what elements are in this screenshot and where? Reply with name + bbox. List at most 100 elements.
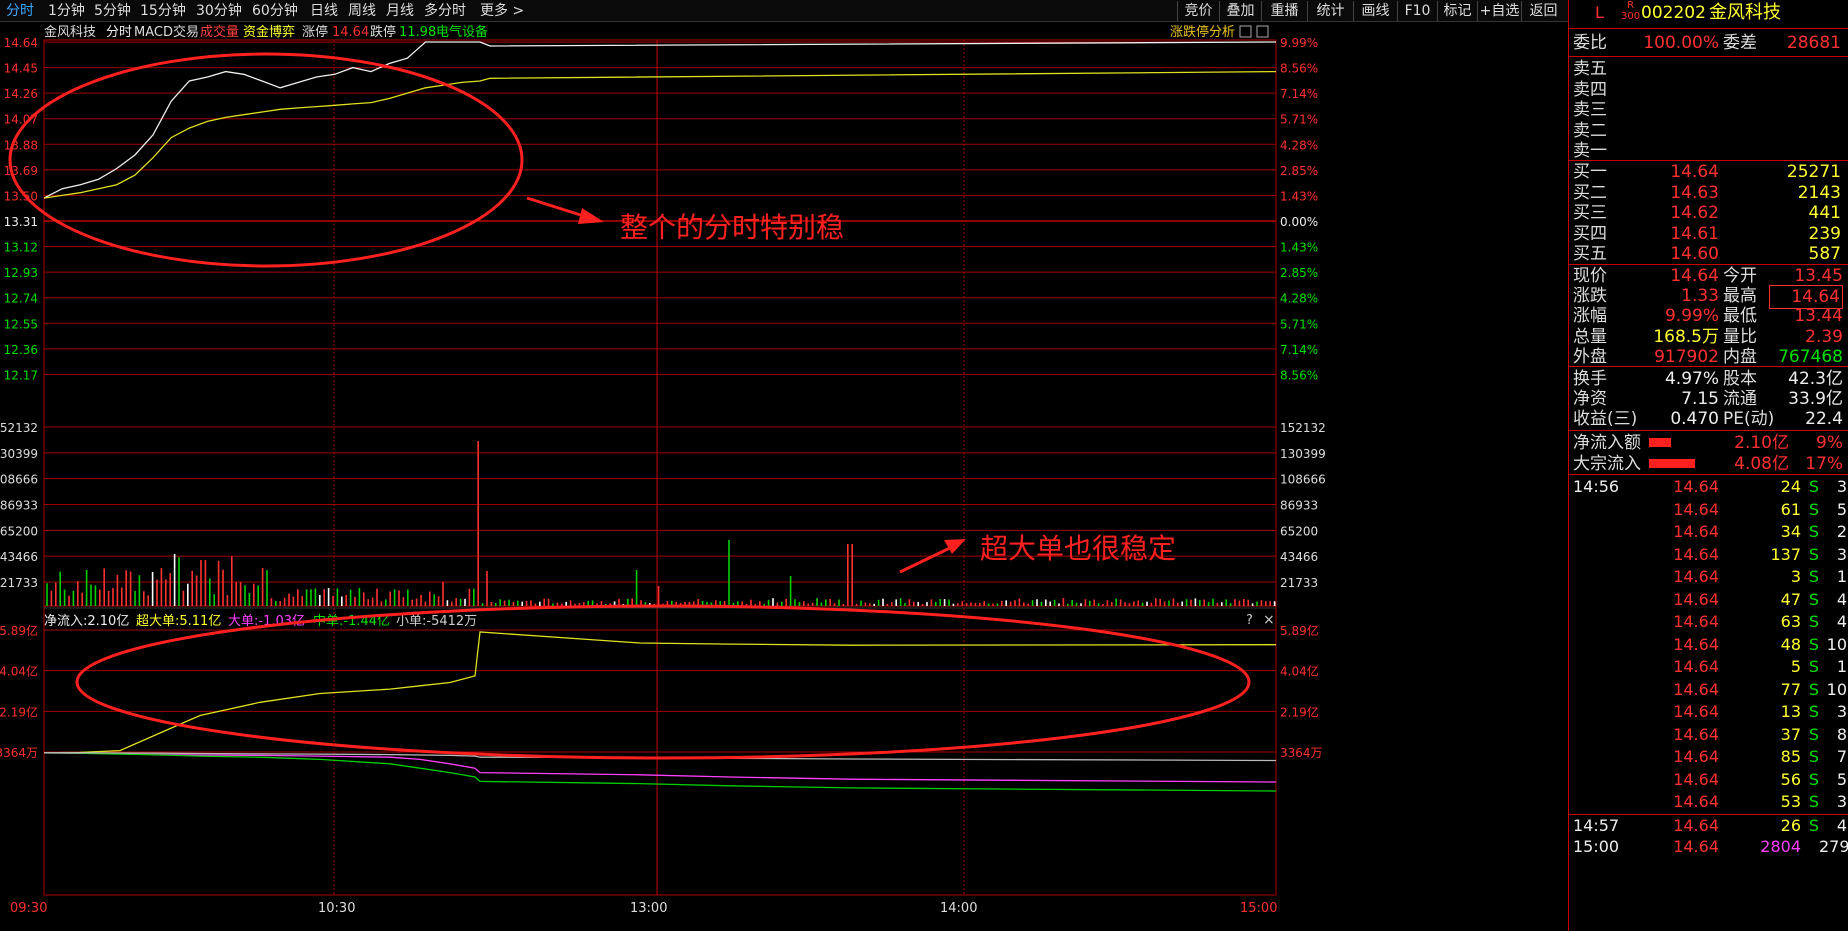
period-tab-10[interactable]: 更多 > — [480, 2, 524, 20]
limit-analysis-button[interactable]: 涨跌停分析 — [1170, 24, 1235, 40]
stat-label: 涨幅 — [1573, 306, 1607, 327]
tick-side: S — [1808, 792, 1819, 811]
toolbar-button-1[interactable]: 叠加 — [1219, 1, 1261, 21]
header-mode: 分时 — [106, 25, 132, 40]
flow-bar — [1649, 438, 1671, 447]
bid-label: 买三 — [1573, 203, 1607, 223]
stat-value: 767468 — [1778, 346, 1843, 367]
fund-label: PE(动) — [1723, 409, 1775, 430]
toolbar-button-6[interactable]: 标记 — [1437, 1, 1477, 21]
flow-close-icon[interactable]: × — [1263, 612, 1275, 628]
volume-tick-label: 52132 — [0, 421, 38, 435]
tick-count: 1 — [1836, 567, 1847, 586]
period-tab-4[interactable]: 30分钟 — [196, 2, 242, 20]
period-tab-2[interactable]: 5分钟 — [94, 2, 131, 20]
flow-tick-label-right: 3364万 — [1280, 746, 1323, 760]
toolbar-button-4[interactable]: 画线 — [1353, 1, 1397, 21]
stat-label: 量比 — [1723, 326, 1757, 347]
flow-net: 净流入:2.10亿 — [44, 614, 129, 629]
volume-tick-label-right: 152132 — [1280, 421, 1326, 435]
stat-label: 现价 — [1573, 266, 1607, 286]
period-tab-6[interactable]: 日线 — [310, 2, 338, 20]
tick-time: 14:56 — [1573, 477, 1620, 496]
tick-volume: 26 — [1780, 815, 1801, 835]
tick-count: 2 — [1836, 522, 1847, 541]
annotation-price-note: 整个的分时特别稳 — [620, 211, 844, 244]
analysis-close-icon[interactable] — [1256, 25, 1269, 38]
period-tab-5[interactable]: 60分钟 — [252, 2, 298, 20]
flow-help-icon[interactable]: ? — [1246, 613, 1253, 628]
fund-row: 换手 4.97% 股本 42.3亿 — [1569, 368, 1848, 390]
stat-label: 外盘 — [1573, 346, 1607, 367]
limit-down-label: 跌停 — [370, 24, 396, 40]
tick-row: 14.64 34 S 2 — [1569, 521, 1848, 544]
period-tab-9[interactable]: 多分时 — [424, 2, 466, 20]
bid-label: 买二 — [1573, 182, 1607, 203]
bid-row: 买五 14.60 587 — [1569, 243, 1848, 265]
price-tick-label: 12.36 — [4, 343, 38, 357]
tick-volume: 61 — [1780, 499, 1801, 519]
tick-row: 14.64 63 S 4 — [1569, 611, 1848, 634]
tick-price: 14.64 — [1673, 724, 1719, 744]
tick-side: S — [1808, 724, 1819, 744]
tick-side: S — [1808, 657, 1819, 676]
tick-count: 7 — [1836, 747, 1847, 766]
tick-time: 14:57 — [1573, 815, 1620, 835]
price-tick-label: 13.12 — [4, 241, 38, 255]
tick-count: 4 — [1836, 612, 1847, 631]
toolbar-button-8[interactable]: 返回 — [1521, 1, 1565, 21]
period-tab-7[interactable]: 周线 — [348, 2, 376, 20]
bid-row: 买四 14.61 239 — [1569, 223, 1848, 245]
stat-value: 13.44 — [1794, 306, 1843, 327]
toolbar-button-2[interactable]: 重播 — [1261, 1, 1307, 21]
bid-price: 14.63 — [1670, 182, 1719, 203]
tick-count: 5 — [1836, 499, 1847, 519]
tick-row: 14.64 5 S 1 — [1569, 656, 1848, 679]
bid-price: 14.60 — [1670, 244, 1719, 264]
ask-label: 卖一 — [1573, 141, 1607, 161]
volume-tick-label: 86933 — [0, 499, 38, 513]
pct-tick-label: 8.56% — [1280, 62, 1318, 76]
bid-row: 买二 14.63 2143 — [1569, 182, 1848, 204]
period-tab-8[interactable]: 月线 — [386, 2, 414, 20]
period-tab-3[interactable]: 15分钟 — [140, 2, 186, 20]
toolbar-button-7[interactable]: +自选 — [1477, 1, 1521, 21]
tick-volume: 37 — [1780, 724, 1801, 744]
volume-tick-label: 08666 — [0, 473, 38, 487]
tick-volume: 47 — [1780, 589, 1801, 609]
volume-tick-label: 21733 — [0, 576, 38, 590]
tick-row: 14.64 77 S 10 — [1569, 679, 1848, 702]
tick-price: 14.64 — [1673, 499, 1719, 519]
tick-price: 14.64 — [1673, 477, 1719, 496]
tick-count: 5 — [1836, 769, 1847, 789]
period-tab-0[interactable]: 分时 — [6, 2, 34, 20]
tick-row: 14.64 37 S 8 — [1569, 724, 1848, 747]
stat-label: 今开 — [1723, 266, 1757, 286]
tick-price: 14.64 — [1673, 589, 1719, 609]
analysis-add-icon[interactable] — [1239, 25, 1252, 38]
tick-volume: 5 — [1790, 657, 1801, 676]
tick-price: 14.64 — [1673, 634, 1719, 654]
price-tick-label: 14.45 — [4, 62, 38, 76]
fund-label: 净资 — [1573, 389, 1607, 410]
stat-row: 现价 14.64 今开 13.45 — [1569, 265, 1848, 287]
pct-tick-label: 1.43% — [1280, 189, 1318, 203]
tick-side: S — [1808, 477, 1819, 496]
volume-tick-label-right: 65200 — [1280, 524, 1318, 538]
ask-row: 卖五 — [1569, 58, 1848, 80]
tick-price: 14.64 — [1673, 792, 1719, 811]
pct-tick-label: 5.71% — [1280, 317, 1318, 331]
flow-tick-label: 4.04亿 — [0, 664, 38, 679]
period-tab-1[interactable]: 1分钟 — [48, 2, 85, 20]
stat-value: 14.64 — [1670, 266, 1719, 286]
fund-value: 33.9亿 — [1788, 389, 1843, 410]
toolbar-button-5[interactable]: F10 — [1397, 1, 1437, 21]
tick-count: 1 — [1836, 657, 1847, 676]
toolbar-button-0[interactable]: 竞价 — [1177, 1, 1219, 21]
stock-name: 金风科技 — [1709, 2, 1781, 23]
intraday-chart[interactable]: 金风科技 分时 MACD交易 成交量 资金博弈 涨停 14.64 跌停 11.98 电气设备 涨跌停… — [0, 22, 1568, 931]
volume-tick-label-right: 130399 — [1280, 447, 1326, 461]
fund-value: 7.15 — [1681, 389, 1719, 410]
toolbar-button-3[interactable]: 统计 — [1307, 1, 1353, 21]
tick-volume: 56 — [1780, 769, 1801, 789]
